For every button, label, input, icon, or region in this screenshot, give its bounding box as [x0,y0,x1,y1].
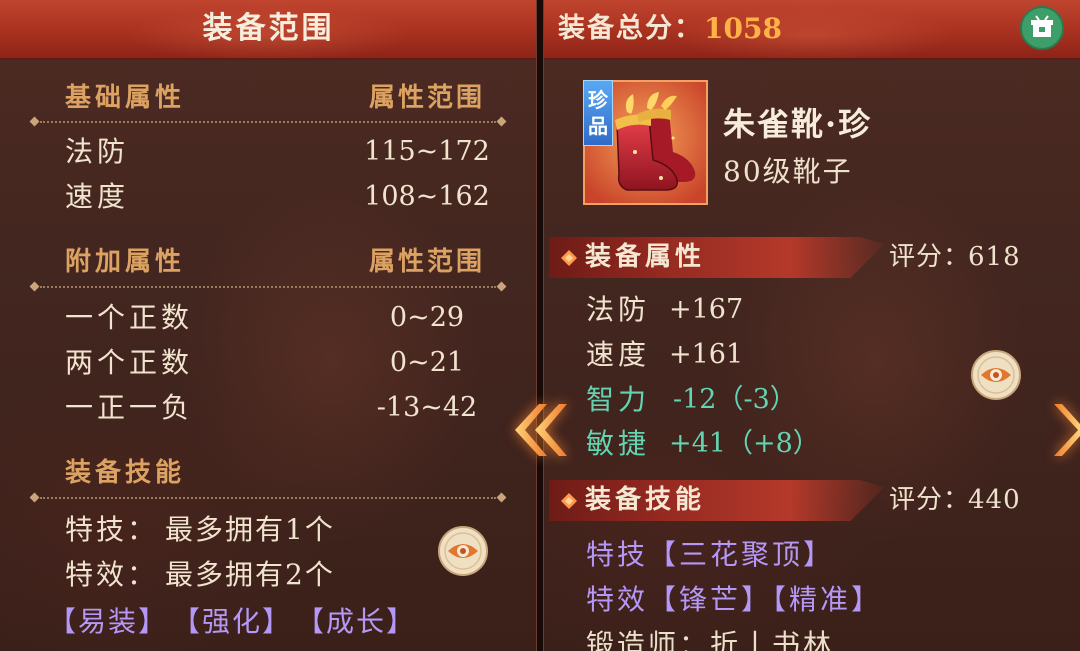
skill-tag[interactable]: 【强化】 [172,606,292,638]
section-divider [40,121,496,123]
item-description: 80级靴子 [723,155,853,188]
attribute-name: 速度 [586,338,651,371]
section-divider [40,286,496,288]
section-score-value: 440 [968,485,1021,515]
total-score-value: 1058 [704,12,782,45]
attribute-name: 法防 [65,135,130,168]
attribute-name: 敏捷 [586,427,651,460]
attribute-name: 速度 [65,180,130,213]
section-heading-equipment-skills: 装备技能 [65,458,186,488]
forger-line: 锻造师：折丨书林 [586,628,835,651]
attribute-range: 0~29 [389,302,465,333]
panel-title: 装备范围 [202,11,335,46]
rarity-badge-char: 品 [588,114,608,138]
attribute-range: -13~42 [376,392,478,423]
effect-rule-value: 最多拥有2个 [165,558,335,591]
rarity-badge: 珍 品 [583,80,613,146]
attribute-range: 0~21 [389,347,465,378]
double-chevron-left-icon[interactable] [505,398,567,462]
range-column-heading: 属性范围 [368,247,485,277]
section-heading-extra-attributes: 附加属性 [65,247,186,277]
equipment-detail-panel: 装备总分： 1058 珍 品 朱雀靴·珍 80级靴子 装备属性 评分： 618 … [543,0,1080,651]
section-score-value: 618 [968,242,1021,272]
section-divider [40,497,496,499]
section-heading-equipment-attributes: 装备属性 [585,242,706,272]
attribute-name: 一个正数 [65,301,194,334]
rarity-badge-char: 珍 [588,88,608,112]
eye-icon[interactable] [970,349,1022,401]
range-column-heading: 属性范围 [368,83,485,113]
panel-header: 装备总分： 1058 [544,0,1080,60]
item-name: 朱雀靴·珍 [723,105,873,143]
skill-tag[interactable]: 【易装】 [48,606,168,638]
attribute-range: 108~162 [364,181,490,212]
section-score-label: 评分： [889,485,971,515]
eye-icon[interactable] [437,525,489,577]
section-heading-equipment-skills: 装备技能 [585,485,706,515]
chevron-right-icon[interactable] [1050,398,1080,462]
attribute-value: +41（+8） [669,428,820,459]
total-score-label: 装备总分： [558,13,703,44]
skill-tag[interactable]: 【成长】 [296,606,416,638]
section-heading-basic-attributes: 基础属性 [65,83,186,113]
equipment-range-panel: 装备范围 基础属性 属性范围 法防 115~172 速度 108~162 附加属… [0,0,537,651]
item-slot[interactable]: 珍 品 [583,80,708,205]
attribute-name: 两个正数 [65,346,194,379]
attribute-value: +167 [669,294,744,325]
effect-rule-label: 特效： [65,558,159,591]
skill-rule-label: 特技： [65,513,159,546]
diamond-bullet-icon [560,492,578,514]
diamond-bullet-icon [560,249,578,271]
attribute-name: 法防 [586,293,651,326]
attribute-value: +161 [669,339,744,370]
storage-box-icon[interactable] [1020,6,1064,50]
skill-rule-value: 最多拥有1个 [165,513,335,546]
attribute-range: 115~172 [364,136,490,167]
attribute-value: -12（-3） [673,384,797,415]
panel-header: 装备范围 [0,0,536,60]
special-skill-line[interactable]: 特技【三花聚顶】 [586,539,834,571]
attribute-name: 一正一负 [65,391,194,424]
section-score-label: 评分： [889,242,971,272]
special-effect-line[interactable]: 特效【锋芒】【精准】 [586,584,882,616]
attribute-name: 智力 [586,383,651,416]
